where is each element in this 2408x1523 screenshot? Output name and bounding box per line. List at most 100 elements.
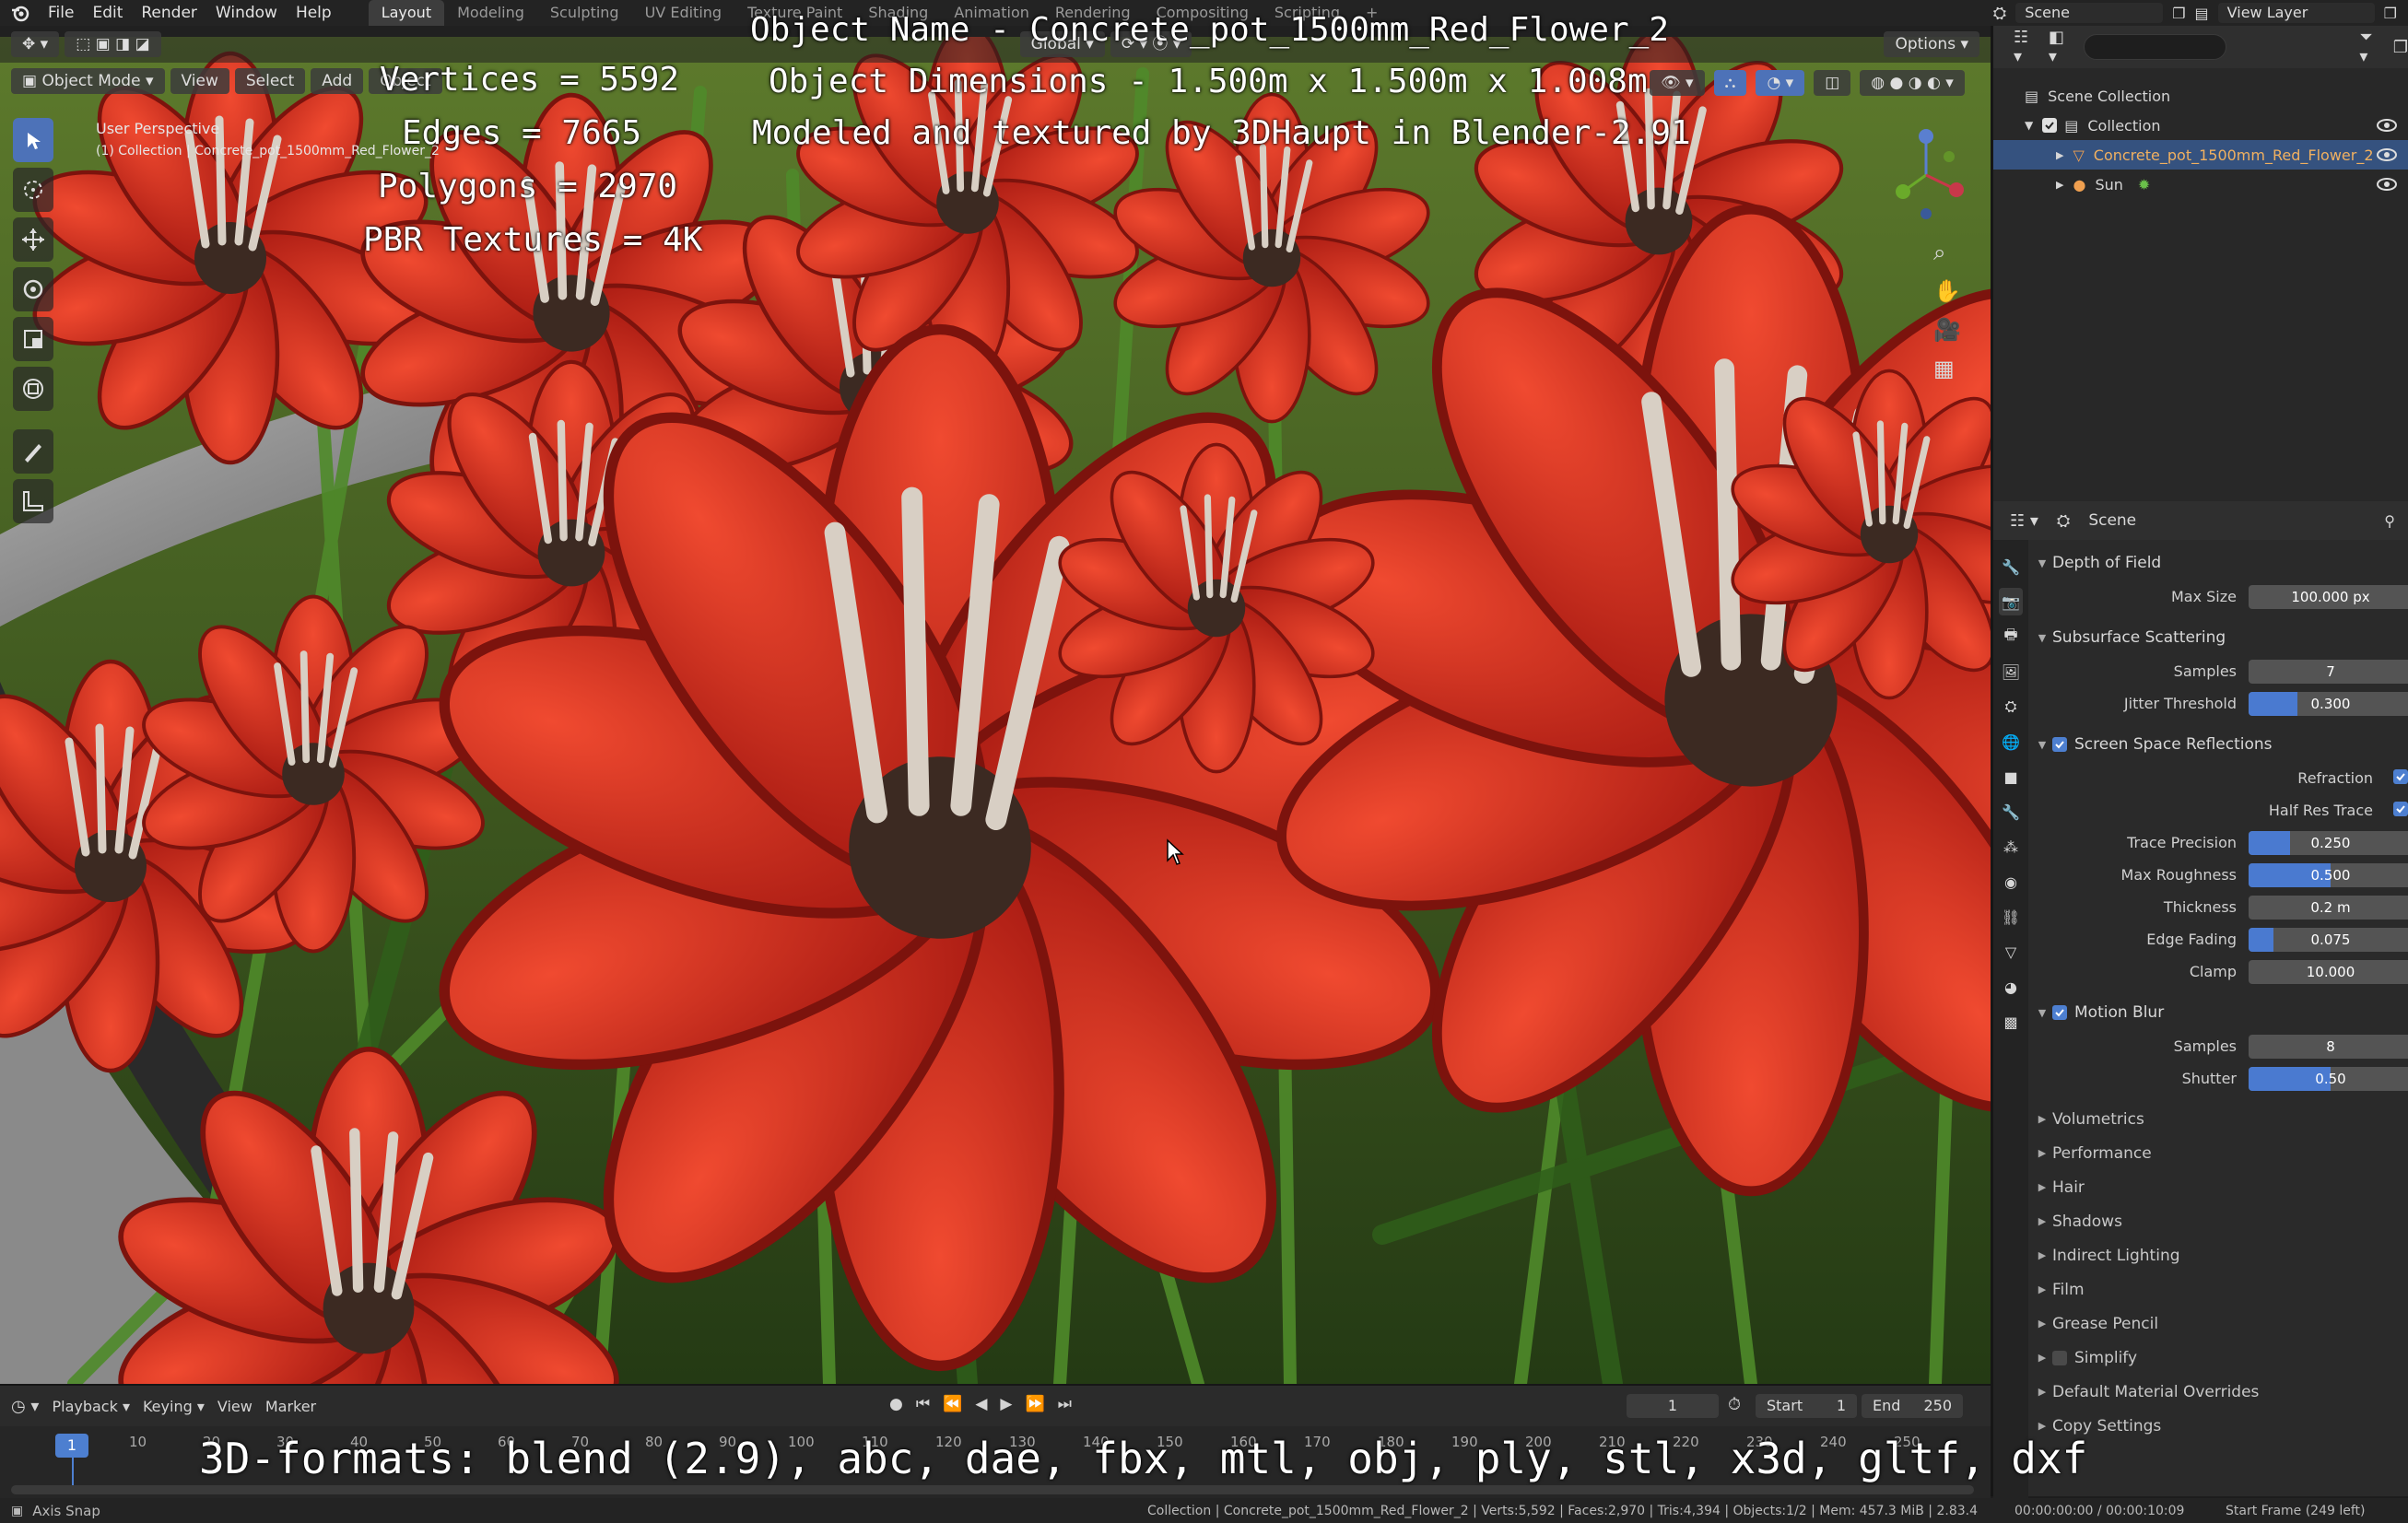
3d-viewport[interactable] [0, 37, 1991, 1384]
simplify-panel[interactable]: ▶ Simplify [2032, 1341, 2408, 1375]
visibility-icon[interactable]: 👁 ▾ [1650, 70, 1705, 96]
grid-view-icon[interactable]: ▦ [1933, 356, 1961, 381]
edge-fading-slider[interactable]: 0.075 [2249, 927, 2408, 952]
pan-hand-icon[interactable]: ✋ [1933, 278, 1961, 304]
select-mode-button[interactable]: ⬚ ▣ ◨ ◪ [65, 31, 161, 57]
blender-logo-icon[interactable] [7, 0, 33, 26]
select-box-tool-icon[interactable] [13, 118, 53, 162]
view-layer-selector[interactable]: View Layer [2217, 3, 2375, 23]
ssr-checkbox[interactable] [2052, 737, 2067, 752]
rotate-tool-icon[interactable] [13, 267, 53, 311]
default-material-overrides-panel[interactable]: ▶ Default Material Overrides [2032, 1375, 2408, 1409]
volumetrics-panel[interactable]: ▶ Volumetrics [2032, 1102, 2408, 1136]
tool-tab-icon[interactable]: 🔧 [1999, 553, 2023, 580]
next-keyframe-icon[interactable]: ⏩ [1025, 1395, 1044, 1413]
marker-menu[interactable]: Marker [265, 1398, 316, 1415]
world-tab-icon[interactable]: 🌐 [1999, 728, 2023, 756]
simplify-checkbox[interactable] [2052, 1350, 2067, 1365]
mb-samples-field[interactable]: 8 [2249, 1034, 2408, 1059]
menu-render[interactable]: Render [132, 0, 206, 26]
options-dropdown[interactable]: Options ▾ [1884, 31, 1979, 57]
max-size-field[interactable]: 100.000 px [2249, 584, 2408, 609]
navigation-gizmo[interactable] [1875, 120, 2408, 234]
pin-icon[interactable]: ⚲ [2384, 512, 2395, 530]
jump-start-icon[interactable]: ⏮ [916, 1395, 930, 1413]
shadows-panel[interactable]: ▶ Shadows [2032, 1204, 2408, 1238]
end-frame-field[interactable]: End 250 [1862, 1394, 1963, 1418]
hair-panel[interactable]: ▶ Hair [2032, 1170, 2408, 1204]
output-tab-icon[interactable]: 🖶 [1999, 623, 2023, 650]
view-layer-tab-icon[interactable]: 🖼 [1999, 658, 2023, 685]
tab-modeling[interactable]: Modeling [444, 0, 537, 26]
move-tool-icon[interactable] [13, 217, 53, 262]
play-reverse-icon[interactable]: ◀ [975, 1395, 987, 1413]
data-tab-icon[interactable]: ▽ [1999, 938, 2023, 966]
scene-selector[interactable]: Scene [2015, 3, 2164, 23]
timeline-scrollbar[interactable] [11, 1485, 1974, 1494]
refraction-checkbox[interactable] [2393, 769, 2408, 784]
grease-pencil-panel[interactable]: ▶ Grease Pencil [2032, 1306, 2408, 1341]
properties-editor-icon[interactable]: ☷ ▾ [2010, 511, 2038, 531]
outliner-search-input[interactable] [2084, 34, 2227, 60]
timeline-view-menu[interactable]: View [217, 1398, 253, 1415]
transform-tool-icon[interactable] [13, 367, 53, 411]
menu-window[interactable]: Window [206, 0, 287, 26]
max-roughness-slider[interactable]: 0.500 [2249, 862, 2408, 887]
camera-view-icon[interactable]: 🎥 [1933, 317, 1961, 343]
record-icon[interactable]: ● [889, 1395, 903, 1413]
stopwatch-icon[interactable]: ⏱ [1728, 1395, 1741, 1414]
menu-help[interactable]: Help [287, 0, 341, 26]
copy-settings-panel[interactable]: ▶ Copy Settings [2032, 1409, 2408, 1443]
performance-panel[interactable]: ▶ Performance [2032, 1136, 2408, 1170]
object-tab-icon[interactable]: ■ [1999, 763, 2023, 791]
material-tab-icon[interactable]: ◕ [1999, 973, 2023, 1001]
outliner-scene-collection[interactable]: ▤ Scene Collection [1993, 81, 2408, 111]
thickness-field[interactable]: 0.2 m [2249, 895, 2408, 920]
sss-samples-field[interactable]: 7 [2249, 659, 2408, 684]
subsurface-scattering-header[interactable]: ▼ Subsurface Scattering [2032, 620, 2408, 655]
half-res-trace-checkbox[interactable] [2393, 802, 2408, 816]
new-collection-icon[interactable]: ❐ [2393, 38, 2408, 57]
outliner-editor-icon[interactable]: ☷ ▾ [2014, 28, 2036, 66]
start-frame-field[interactable]: Start 1 [1756, 1394, 1857, 1418]
tab-layout[interactable]: Layout [368, 0, 445, 26]
xray-icon[interactable]: ◫ [1814, 70, 1851, 96]
object-mode-dropdown[interactable]: ▣ Object Mode ▾ [11, 68, 165, 94]
menu-edit[interactable]: Edit [83, 0, 132, 26]
prev-keyframe-icon[interactable]: ⏪ [943, 1395, 962, 1413]
physics-tab-icon[interactable]: ◉ [1999, 868, 2023, 896]
scene-icon[interactable]: ⛭ [1993, 4, 2006, 23]
constraints-tab-icon[interactable]: ⛓ [1999, 903, 2023, 931]
view-menu[interactable]: View [170, 68, 229, 94]
particles-tab-icon[interactable]: ⁂ [1999, 833, 2023, 861]
filter-icon[interactable]: ⏷ ▾ [2359, 28, 2380, 66]
trace-precision-slider[interactable]: 0.250 [2249, 830, 2408, 855]
tab-sculpting[interactable]: Sculpting [537, 0, 632, 26]
select-menu[interactable]: Select [234, 68, 306, 94]
indirect-lighting-panel[interactable]: ▶ Indirect Lighting [2032, 1238, 2408, 1272]
clamp-field[interactable]: 10.000 [2249, 959, 2408, 984]
render-tab-icon[interactable]: 📷 [1999, 588, 2023, 615]
jitter-threshold-slider[interactable]: 0.300 [2249, 691, 2408, 716]
new-scene-icon[interactable]: ❐ [2172, 5, 2185, 22]
scale-tool-icon[interactable] [13, 317, 53, 361]
shutter-slider[interactable]: 0.50 [2249, 1066, 2408, 1091]
keying-menu[interactable]: Keying ▾ [143, 1398, 205, 1415]
modifier-tab-icon[interactable]: 🔧 [1999, 798, 2023, 826]
current-frame-field[interactable]: 1 [1627, 1394, 1719, 1418]
motion-blur-header[interactable]: ▼ Motion Blur [2032, 995, 2408, 1030]
timeline-editor-icon[interactable]: ◷ ▾ [11, 1397, 39, 1416]
display-mode-icon[interactable]: ◧ ▾ [2049, 28, 2072, 66]
playhead-frame-indicator[interactable]: 1 [55, 1434, 88, 1458]
texture-tab-icon[interactable]: ▩ [1999, 1008, 2023, 1036]
scene-tab-icon[interactable]: ⛭ [1999, 693, 2023, 720]
add-menu[interactable]: Add [311, 68, 364, 94]
view-layer-icon[interactable]: ▤ [2195, 5, 2209, 22]
editor-type-button[interactable]: ✥ ▾ [11, 31, 60, 57]
measure-tool-icon[interactable] [13, 479, 53, 523]
overlay-toggle-icon[interactable]: ◔ ▾ [1756, 70, 1805, 96]
play-icon[interactable]: ▶ [1000, 1395, 1012, 1413]
depth-of-field-header[interactable]: ▼ Depth of Field [2032, 545, 2408, 580]
shading-modes-icon[interactable]: ◍ ● ◑ ◐ ▾ [1860, 70, 1965, 96]
tab-uv-editing[interactable]: UV Editing [632, 0, 734, 26]
